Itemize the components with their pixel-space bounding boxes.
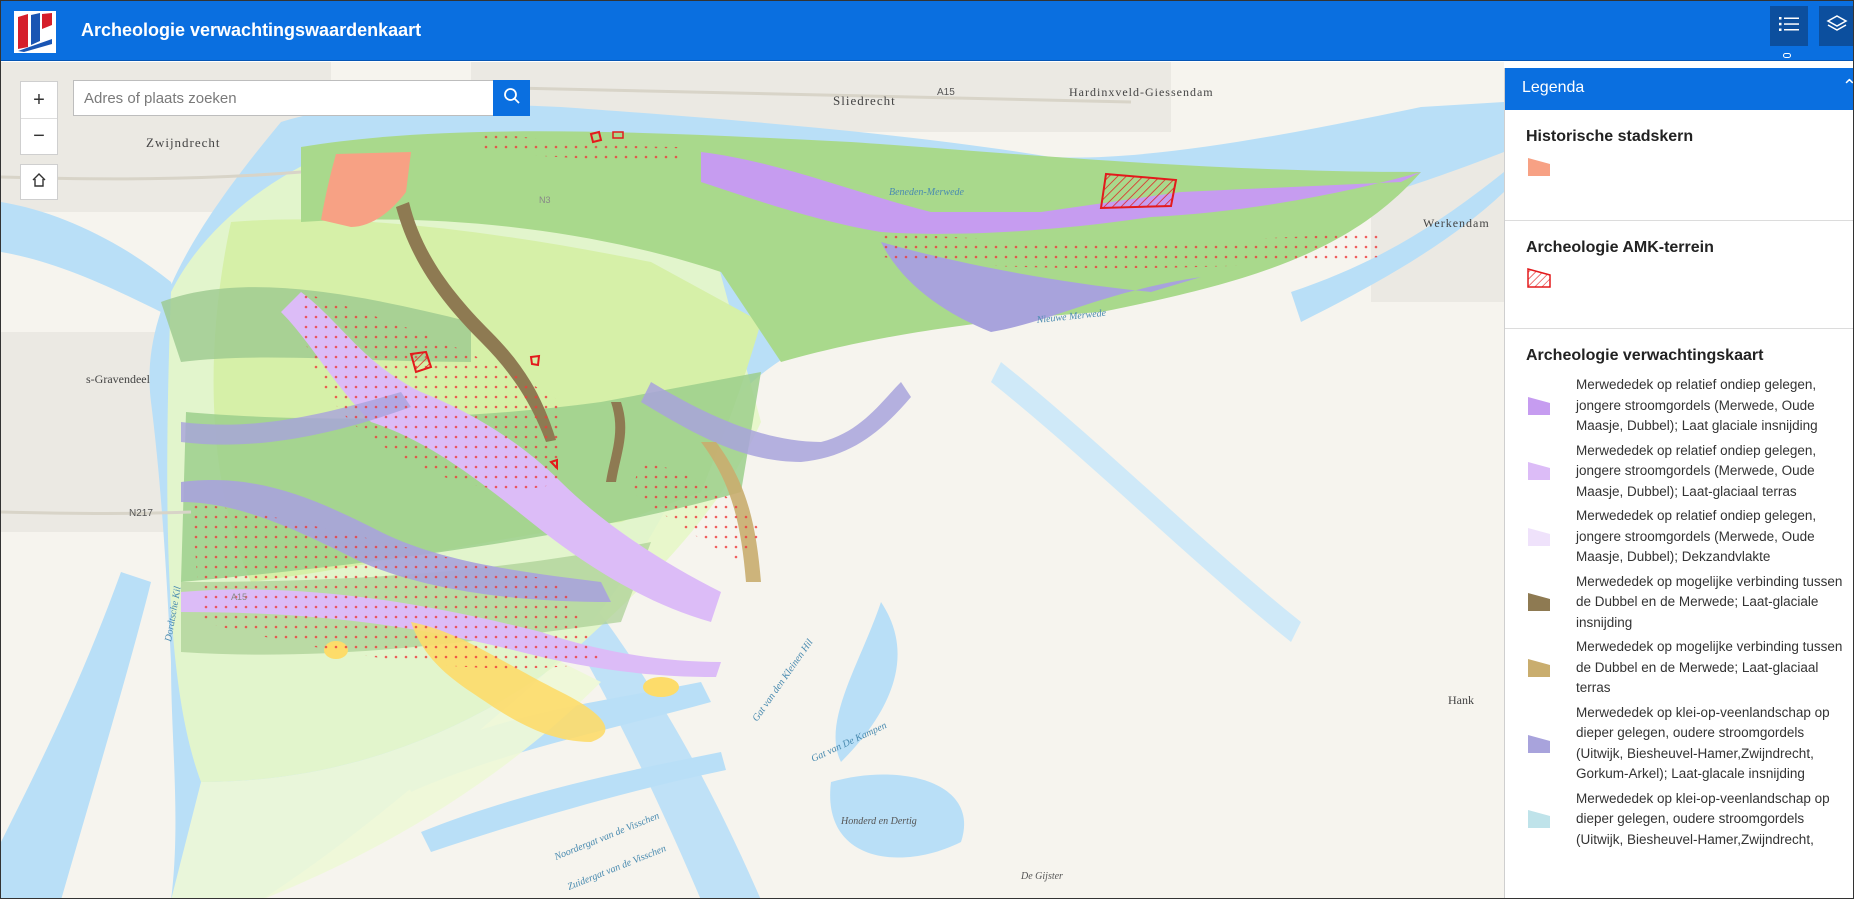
- search-icon: [503, 87, 521, 110]
- legend-item: Merwededek op mogelijke verbinding tusse…: [1526, 637, 1853, 699]
- legend-swatch: [1528, 158, 1550, 176]
- zone-yellow-small-2: [643, 677, 679, 697]
- legend-section-verwachting: Archeologie verwachtingskaart Merwededek…: [1505, 328, 1853, 851]
- legend-swatch: [1528, 527, 1550, 546]
- legend-swatch: [1528, 658, 1550, 677]
- layers-button[interactable]: [1819, 6, 1853, 46]
- legend-item-label: Merwededek op relatief ondiep gelegen, j…: [1576, 442, 1817, 499]
- layers-icon: [1826, 14, 1848, 39]
- list-icon: [1779, 16, 1799, 37]
- app-header: Archeologie verwachtingswaardenkaart: [1, 1, 1853, 61]
- label-werkendam: Werkendam: [1423, 216, 1490, 230]
- legend-header: Legenda ⌃: [1505, 68, 1853, 110]
- legend-item-label: Merwededek op klei-op-veenlandschap op d…: [1576, 704, 1830, 782]
- legend-item: Merwededek op mogelijke verbinding tusse…: [1526, 572, 1853, 634]
- label-hank: Hank: [1448, 693, 1474, 707]
- urban-sgravendeel: [1, 332, 171, 532]
- legend-toggle-button[interactable]: [1770, 6, 1808, 46]
- zoom-out-button[interactable]: −: [21, 118, 57, 154]
- legend-section-amk: Archeologie AMK-terrein: [1505, 220, 1853, 328]
- legend-item: Merwededek op relatief ondiep gelegen, j…: [1526, 375, 1853, 437]
- legend-panel: Legenda ⌃ Historische stadskern Archeolo…: [1504, 68, 1853, 898]
- legend-section-title: Historische stadskern: [1526, 128, 1694, 145]
- legend-section-historic: Historische stadskern: [1505, 110, 1853, 220]
- label-n3: N3: [539, 195, 551, 205]
- legend-item: [1526, 267, 1853, 289]
- zoom-controls: + −: [20, 81, 58, 155]
- app-frame: Archeologie verwachtingswaardenkaart Zwi…: [0, 0, 1854, 899]
- home-button[interactable]: [20, 164, 58, 200]
- legend-item: Merwededek op klei-op-veenlandschap op d…: [1526, 789, 1853, 851]
- legend-swatch: [1528, 462, 1550, 481]
- label-a15-top: A15: [937, 87, 955, 98]
- amk-terrain-1: [1099, 172, 1178, 210]
- legend-item: Merwededek op klei-op-veenlandschap op d…: [1526, 703, 1853, 785]
- home-icon: [31, 172, 47, 193]
- legend-swatch: [1528, 593, 1550, 612]
- label-n217: N217: [129, 508, 153, 519]
- legend-swatch: [1527, 268, 1551, 288]
- legend-section-title: Archeologie AMK-terrein: [1526, 239, 1714, 256]
- legend-swatch: [1528, 396, 1550, 415]
- label-a16-bottom: A15: [231, 592, 247, 602]
- legend-item-label: Merwededek op relatief ondiep gelegen, j…: [1576, 508, 1817, 564]
- label-beneden-merwede: Beneden-Merwede: [889, 187, 965, 198]
- search-input[interactable]: [73, 80, 493, 116]
- search-button[interactable]: [493, 80, 530, 116]
- legend-section-title: Archeologie verwachtingskaart: [1526, 347, 1764, 364]
- road-n217: [1, 510, 192, 515]
- legend-swatch: [1528, 734, 1550, 753]
- map-canvas: Zwijndrecht Sliedrecht Hardinxveld-Giess…: [1, 62, 1504, 898]
- label-zwijndrecht: Zwijndrecht: [146, 135, 221, 150]
- legend-item-label: Merwededek op mogelijke verbinding tusse…: [1576, 573, 1843, 630]
- label-honderd-dertig: Honderd en Dertig: [840, 816, 917, 827]
- legend-item: Merwededek op relatief ondiep gelegen, j…: [1526, 506, 1853, 568]
- legend-items-list: Merwededek op relatief ondiep gelegen, j…: [1526, 375, 1853, 851]
- active-indicator: [1783, 53, 1791, 58]
- label-hardinxveld: Hardinxveld-Giessendam: [1069, 85, 1214, 99]
- legend-title: Legenda: [1522, 79, 1585, 96]
- label-sgravendeel: s-Gravendeel: [86, 372, 151, 386]
- label-de-gijster: De Gijster: [1020, 871, 1063, 882]
- legend-item: Merwededek op relatief ondiep gelegen, j…: [1526, 441, 1853, 503]
- collapse-icon[interactable]: ⌃: [1842, 76, 1853, 97]
- label-sliedrecht: Sliedrecht: [833, 93, 896, 108]
- legend-item-label: Merwededek op klei-op-veenlandschap op d…: [1576, 790, 1830, 847]
- zoom-in-button[interactable]: +: [21, 82, 57, 118]
- legend-item-label: Merwededek op mogelijke verbinding tusse…: [1576, 639, 1843, 695]
- app-logo: [14, 11, 56, 53]
- legend-item-label: Merwededek op relatief ondiep gelegen, j…: [1576, 377, 1818, 433]
- app-title: Archeologie verwachtingswaardenkaart: [81, 20, 422, 40]
- legend-item: [1526, 156, 1853, 178]
- map-view[interactable]: Zwijndrecht Sliedrecht Hardinxveld-Giess…: [1, 62, 1504, 898]
- legend-swatch: [1528, 810, 1550, 829]
